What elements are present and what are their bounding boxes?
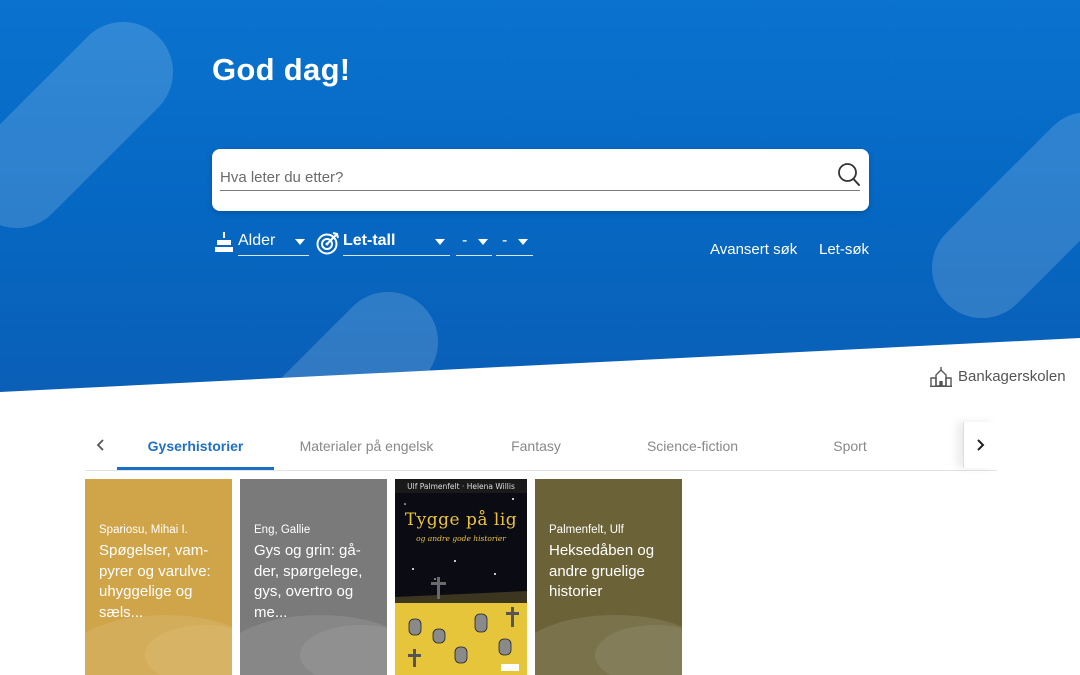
active-tab-indicator: [117, 467, 274, 470]
search-icon[interactable]: [837, 162, 861, 188]
book-card[interactable]: Palmenfelt, Ulf Heksedåben og andre grue…: [535, 479, 682, 675]
search-input[interactable]: [220, 165, 860, 191]
book-title: Heksedåben og andre gruelige historier: [549, 542, 655, 600]
book-author: Eng, Gallie: [254, 524, 311, 536]
tab-materialer-pa-engelsk[interactable]: Materialer på engelsk: [289, 438, 444, 454]
target-icon: [316, 232, 339, 255]
chevron-down-icon: [295, 239, 305, 245]
book-author: Palmenfelt, Ulf: [549, 524, 624, 536]
category-tabs: Gyserhistorier Materialer på engelsk Fan…: [85, 422, 997, 471]
range-to-value: -: [502, 232, 508, 249]
book-author: Spariosu, Mihai I.: [99, 524, 188, 536]
chevron-down-icon: [518, 239, 528, 245]
greeting-heading: God dag!: [212, 52, 351, 87]
let-range-from-dropdown[interactable]: -: [456, 228, 492, 256]
book-title: Spøgelser, vam-pyrer og varulve: uhyggel…: [99, 542, 211, 621]
cover-illustration: [395, 479, 527, 675]
chevron-down-icon: [435, 239, 445, 245]
school-name: Bankagerskolen: [958, 368, 1066, 385]
chevron-right-icon: [977, 439, 985, 451]
decorative-shape: [911, 91, 1080, 339]
search-box: [212, 149, 869, 211]
book-card[interactable]: Eng, Gallie Gys og grin: gå-der, spørgel…: [240, 479, 387, 675]
tab-science-fiction[interactable]: Science-fiction: [623, 438, 762, 454]
book-card[interactable]: Spariosu, Mihai I. Spøgelser, vam-pyrer …: [85, 479, 232, 675]
let-number-dropdown-label: Let-tall: [343, 232, 396, 249]
page: God dag! Alder: [0, 0, 1080, 675]
let-number-dropdown[interactable]: Let-tall: [343, 228, 450, 256]
let-range-to-dropdown[interactable]: -: [496, 228, 533, 256]
cake-icon: [215, 232, 233, 252]
tab-fantasy[interactable]: Fantasy: [465, 438, 607, 454]
age-dropdown-label: Alder: [238, 232, 276, 249]
tabs-next-button[interactable]: [963, 422, 997, 468]
cover-title: Tygge på lig: [404, 510, 518, 530]
book-cover[interactable]: Ulf Palmenfelt · Helena Willis Tygge på …: [395, 479, 527, 675]
hero-banner: God dag! Alder: [0, 0, 1080, 392]
chevron-down-icon: [478, 239, 488, 245]
decorative-shape: [211, 271, 459, 392]
chevron-left-icon[interactable]: [93, 436, 109, 454]
tab-sport[interactable]: Sport: [781, 438, 919, 454]
decorative-shape: [0, 1, 194, 249]
cover-authors: Ulf Palmenfelt · Helena Willis: [407, 482, 515, 491]
cover-subtitle: og andre gode historier: [416, 534, 506, 543]
age-dropdown[interactable]: Alder: [238, 228, 309, 256]
tab-gyserhistorier[interactable]: Gyserhistorier: [117, 438, 274, 454]
range-from-value: -: [462, 232, 468, 249]
let-search-link[interactable]: Let-søk: [819, 241, 869, 258]
school-building-icon: [930, 367, 952, 387]
book-title: Gys og grin: gå-der, spørgelege, gys, ov…: [254, 542, 363, 621]
advanced-search-link[interactable]: Avansert søk: [710, 241, 797, 258]
